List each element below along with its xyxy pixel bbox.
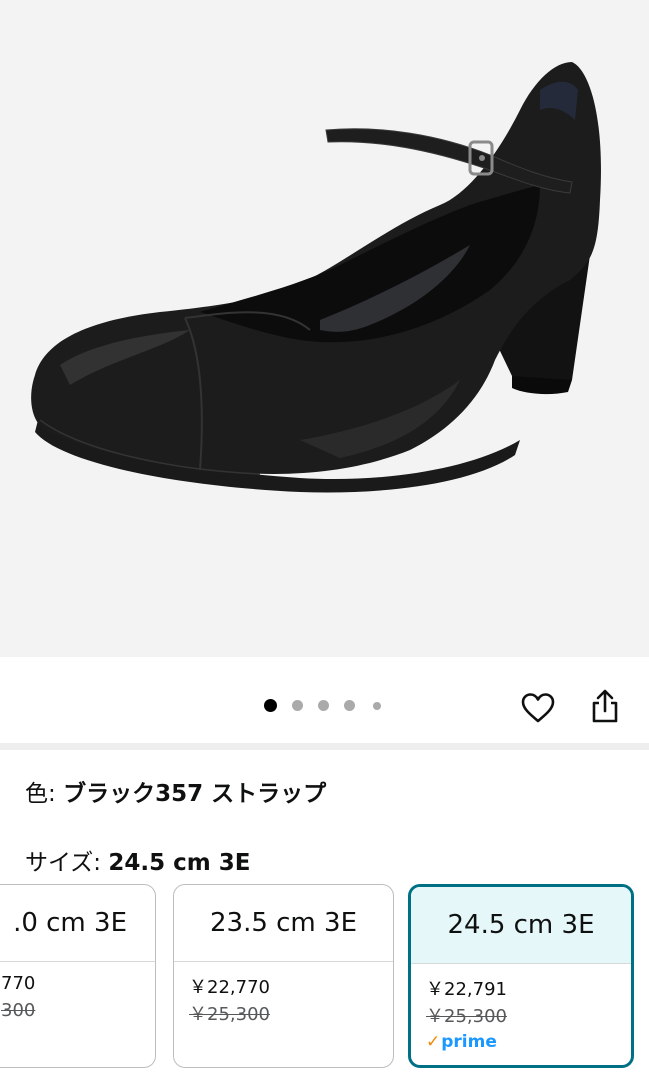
size-label: サイズ:	[25, 850, 109, 876]
size-option-card[interactable]: 23.5 cm 3E ￥22,770 ￥25,300	[173, 884, 394, 1068]
color-value: ブラック357 ストラップ	[63, 781, 327, 807]
color-row: 色: ブラック357 ストラップ	[25, 774, 326, 808]
prime-label: prime	[441, 1032, 497, 1052]
size-option-price: ￥22,770	[189, 977, 270, 998]
size-value: 24.5 cm 3E	[108, 850, 251, 876]
pager-dot-active[interactable]	[264, 699, 277, 712]
section-divider	[0, 743, 649, 750]
size-option-name: .0 cm 3E	[0, 885, 155, 962]
heart-icon	[521, 693, 555, 723]
prime-badge: ✓prime	[426, 1032, 497, 1052]
product-image[interactable]	[0, 0, 649, 657]
size-option-price: ￥22,791	[426, 979, 507, 1000]
size-option-name: 24.5 cm 3E	[411, 887, 631, 964]
size-option-list-price: 300	[1, 1000, 36, 1021]
size-options: .0 cm 3E 770 300 23.5 cm 3E ￥22,770 ￥25,…	[0, 882, 649, 1072]
prime-check-icon: ✓	[426, 1032, 441, 1052]
size-option-name: 23.5 cm 3E	[174, 885, 393, 962]
favorite-button[interactable]	[518, 688, 558, 728]
shoe-illustration	[31, 62, 601, 493]
pager-dot[interactable]	[373, 702, 381, 710]
size-option-list-price: ￥25,300	[189, 1004, 270, 1025]
share-icon	[592, 689, 618, 723]
size-option-card-selected[interactable]: 24.5 cm 3E ￥22,791 ￥25,300 ✓prime	[408, 884, 634, 1068]
size-option-list-price: ￥25,300	[426, 1006, 507, 1027]
size-row: サイズ: 24.5 cm 3E	[25, 843, 250, 877]
pager-dot[interactable]	[344, 700, 355, 711]
color-label: 色:	[25, 781, 64, 807]
size-option-price: 770	[1, 973, 36, 994]
size-option-card[interactable]: .0 cm 3E 770 300	[0, 884, 156, 1068]
share-button[interactable]	[585, 686, 625, 726]
pager-dot[interactable]	[318, 700, 329, 711]
pager-dot[interactable]	[292, 700, 303, 711]
